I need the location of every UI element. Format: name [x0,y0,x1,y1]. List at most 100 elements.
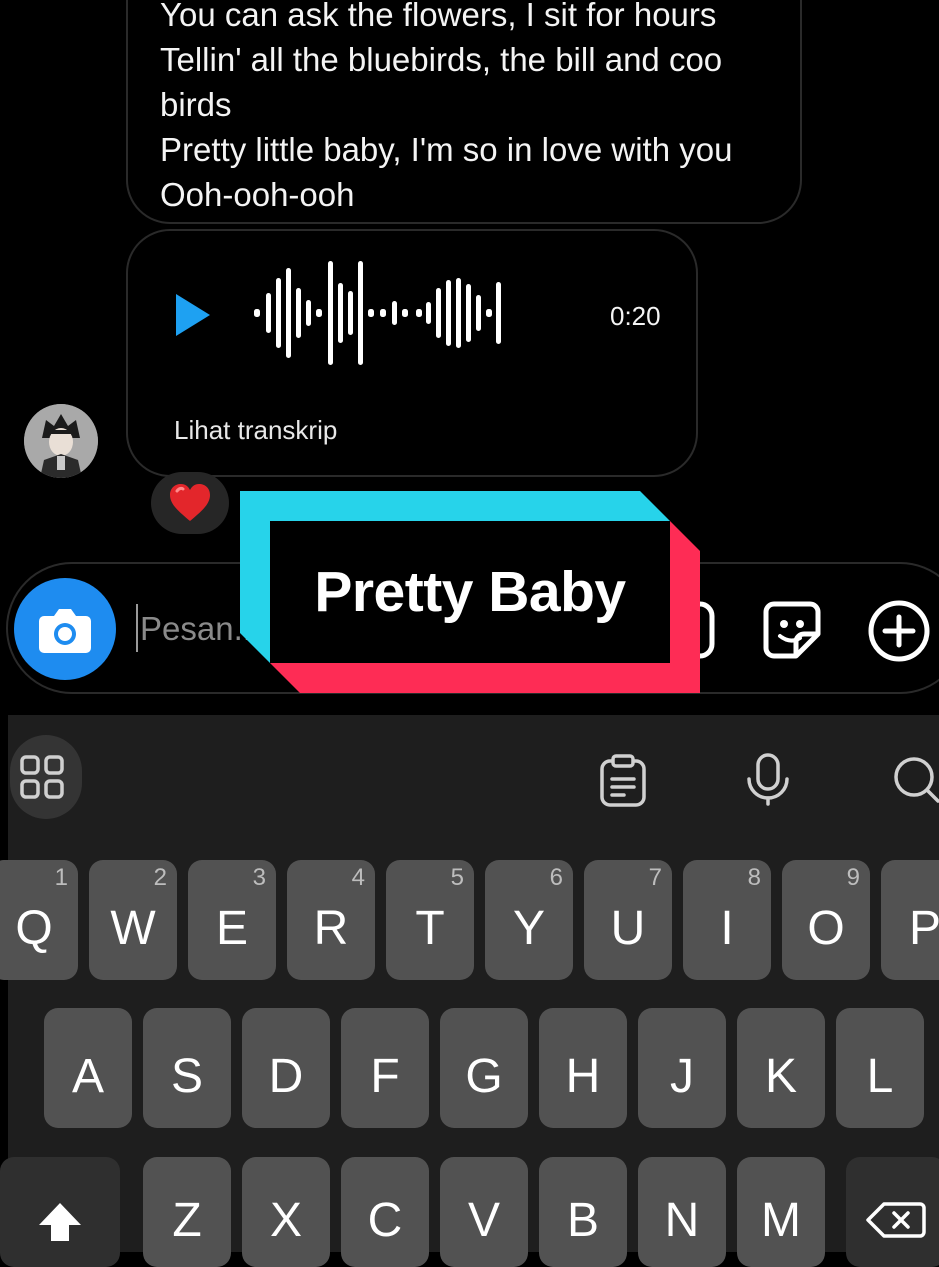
key-s[interactable]: S [143,1008,231,1128]
key-m[interactable]: M [737,1157,825,1267]
sticker-icon[interactable] [760,598,824,662]
key-label: Y [512,901,545,955]
waveform-bar [436,288,441,338]
camera-icon [39,609,91,653]
key-label: W [110,901,156,955]
key-number-hint: 4 [351,864,365,891]
key-l[interactable]: L [836,1008,924,1128]
key-d[interactable]: D [242,1008,330,1128]
waveform-bar [316,309,322,317]
key-b[interactable]: B [539,1157,627,1267]
key-label: V [467,1193,500,1247]
waveform-bar [254,309,260,317]
lyrics-message-text: You can ask the flowers, I sit for hours… [160,0,733,213]
waveform-bar [426,302,431,324]
waveform-bar [276,278,281,348]
add-icon[interactable] [866,598,932,664]
key-label: K [764,1049,797,1103]
key-label: C [367,1193,403,1247]
key-u[interactable]: 7U [584,860,672,980]
key-label: R [313,901,349,955]
key-label: T [415,901,445,955]
waveform-bar [496,282,501,344]
key-label: N [664,1193,700,1247]
key-label: S [170,1049,203,1103]
key-label: O [807,901,845,955]
key-number-hint: 8 [747,864,761,891]
key-c[interactable]: C [341,1157,429,1267]
key-y[interactable]: 6Y [485,860,573,980]
key-e[interactable]: 3E [188,860,276,980]
key-number-hint: 2 [153,864,167,891]
key-label: B [566,1193,599,1247]
key-j[interactable]: J [638,1008,726,1128]
key-x[interactable]: X [242,1157,330,1267]
shift-arrow-icon [39,1203,81,1241]
key-p[interactable]: 0P [881,860,939,980]
voice-message-bubble[interactable]: 0:20 Lihat transkrip [126,229,698,477]
keyboard: 1Q2W3E4R5T6Y7U8I9O0P ASDFGHJKL ZXCVBNM [0,715,939,1267]
key-t[interactable]: 5T [386,860,474,980]
microphone-icon[interactable] [743,751,793,809]
waveform-bar [380,309,386,317]
waveform-bar [402,309,408,317]
key-label: L [866,1049,894,1103]
key-w[interactable]: 2W [89,860,177,980]
key-a[interactable]: A [44,1008,132,1128]
key-number-hint: 1 [54,864,68,891]
waveform-bar [392,301,397,325]
key-label: H [565,1049,601,1103]
key-label: X [269,1193,302,1247]
key-label: U [610,901,646,955]
key-label: A [71,1049,104,1103]
waveform [254,261,501,365]
title-sticker: Pretty Baby [270,521,670,663]
waveform-bar [348,291,353,335]
shift-key[interactable] [0,1157,120,1267]
view-transcript-link[interactable]: Lihat transkrip [174,415,337,446]
key-label: G [465,1049,503,1103]
avatar[interactable] [24,404,98,478]
waveform-bar [328,261,333,365]
key-label: M [761,1193,801,1247]
heart-icon [170,484,210,521]
key-f[interactable]: F [341,1008,429,1128]
key-i[interactable]: 8I [683,860,771,980]
lyrics-message-bubble[interactable]: You can ask the flowers, I sit for hours… [126,0,802,224]
key-o[interactable]: 9O [782,860,870,980]
key-z[interactable]: Z [143,1157,231,1267]
key-r[interactable]: 4R [287,860,375,980]
waveform-bar [466,284,471,342]
backspace-key[interactable] [846,1157,939,1267]
sticker-title: Pretty Baby [314,560,626,624]
backspace-icon [866,1202,926,1238]
camera-button[interactable] [14,578,116,680]
key-g[interactable]: G [440,1008,528,1128]
key-h[interactable]: H [539,1008,627,1128]
key-q[interactable]: 1Q [0,860,78,980]
waveform-bar [266,293,271,333]
key-number-hint: 7 [648,864,662,891]
waveform-bar [338,283,343,343]
heart-reaction[interactable] [151,472,229,534]
waveform-bar [358,261,363,365]
waveform-bar [296,288,301,338]
apps-grid-button[interactable] [10,735,82,819]
key-label: Z [172,1193,202,1247]
waveform-bar [456,278,461,348]
clipboard-icon[interactable] [598,753,648,809]
search-icon[interactable] [888,753,939,809]
play-icon[interactable] [176,294,210,336]
key-label: P [908,901,939,955]
key-number-hint: 9 [846,864,860,891]
waveform-bar [286,268,291,358]
waveform-bar [446,280,451,346]
key-v[interactable]: V [440,1157,528,1267]
apps-grid-icon [20,755,64,799]
key-label: J [670,1049,694,1103]
waveform-bar [306,300,311,326]
waveform-bar [486,309,492,317]
key-k[interactable]: K [737,1008,825,1128]
key-n[interactable]: N [638,1157,726,1267]
key-number-hint: 5 [450,864,464,891]
